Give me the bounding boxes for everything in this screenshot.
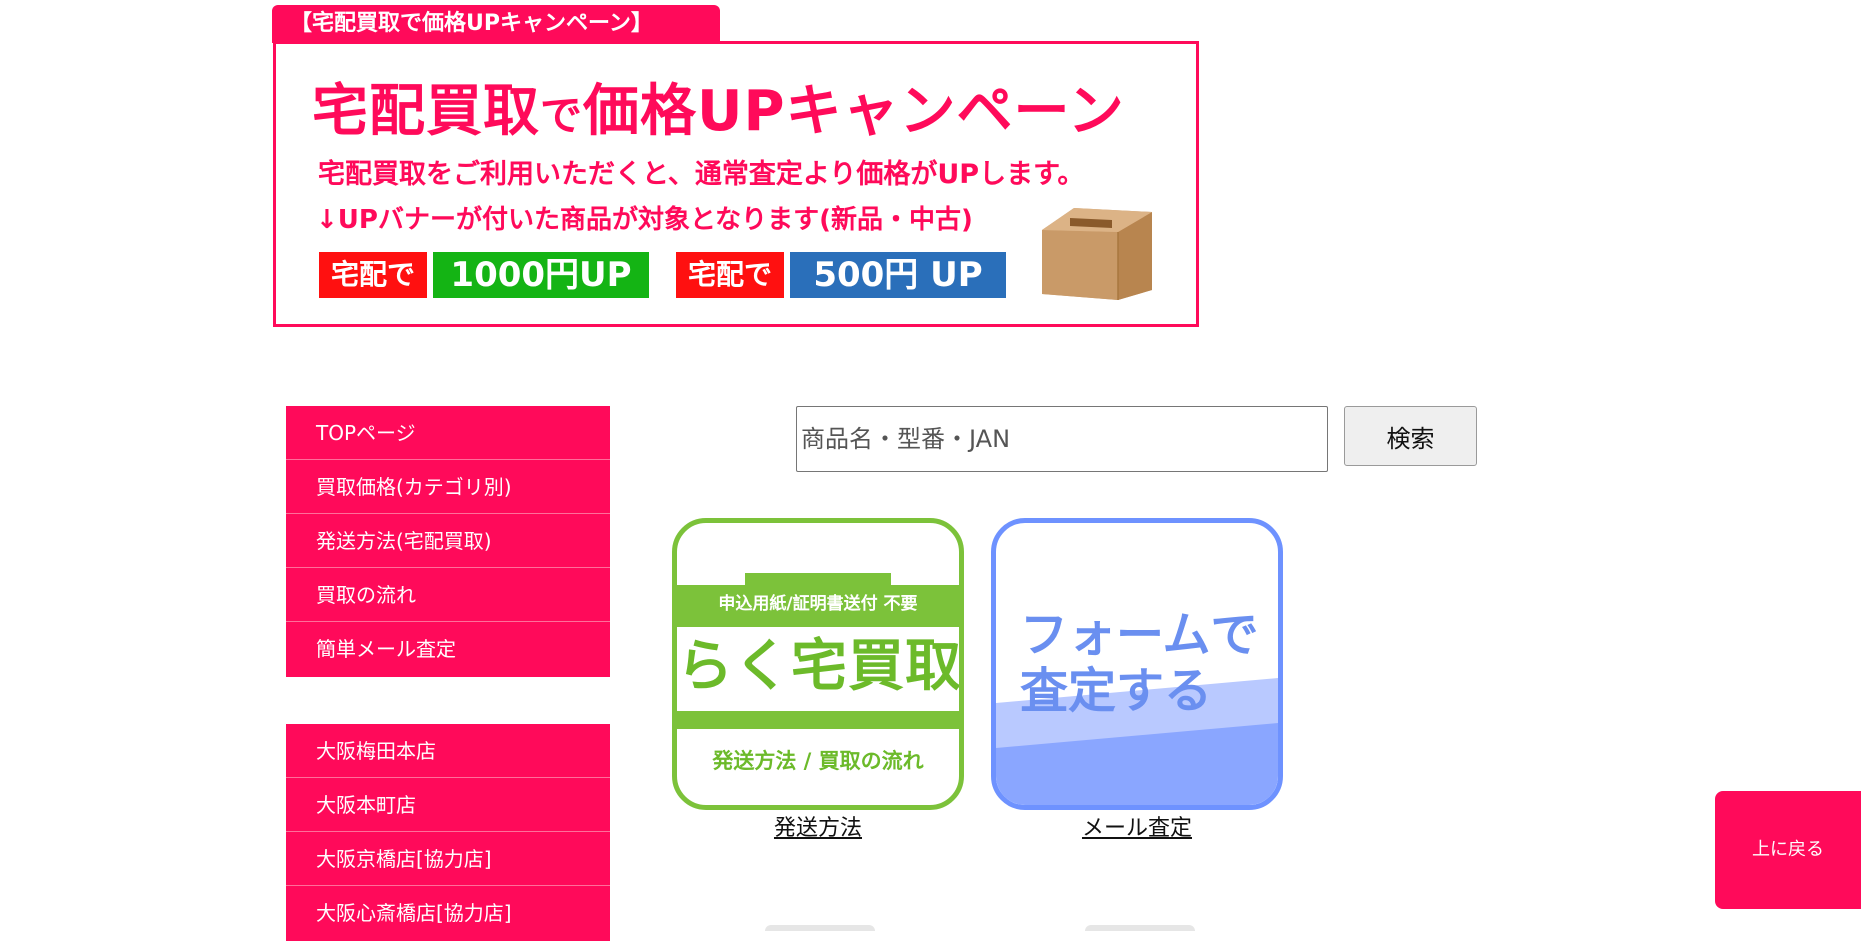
sidebar-item-flow[interactable]: 買取の流れ	[286, 568, 610, 622]
tag-takuhai-2: 宅配で	[676, 252, 784, 298]
sidebar-item-shinsaibashi[interactable]: 大阪心斎橋店[協力店]	[286, 886, 610, 941]
tag-takuhai-1: 宅配で	[319, 252, 427, 298]
tile-divider-band	[677, 711, 959, 729]
campaign-tab-label: 【宅配買取で価格UPキャンペーン】	[272, 5, 720, 43]
sidebar-main-menu: TOPページ 買取価格(カテゴリ別) 発送方法(宅配買取) 買取の流れ 簡単メー…	[286, 406, 610, 677]
partial-content-peek	[1085, 925, 1195, 931]
tile-title: らく宅買取	[677, 634, 962, 699]
campaign-banner[interactable]: 宅配買取で価格UPキャンペーン 宅配買取をご利用いただくと、通常査定より価格がU…	[273, 41, 1199, 327]
shipping-method-link[interactable]: 発送方法	[672, 810, 964, 842]
banner-title: 宅配買取で価格UPキャンペーン	[312, 79, 1125, 144]
sidebar-item-kyobashi[interactable]: 大阪京橋店[協力店]	[286, 832, 610, 886]
shipping-method-tile[interactable]: 申込用紙/証明書送付 不要 らく宅買取 発送方法 / 買取の流れ	[672, 518, 964, 810]
sidebar-item-prices-by-category[interactable]: 買取価格(カテゴリ別)	[286, 460, 610, 514]
sidebar-item-shipping[interactable]: 発送方法(宅配買取)	[286, 514, 610, 568]
search-button[interactable]: 検索	[1344, 406, 1477, 466]
tile-header-text: 申込用紙/証明書送付 不要	[677, 585, 959, 623]
mail-quote-link[interactable]: メール査定	[991, 810, 1283, 842]
mail-quote-tile[interactable]: フォームで 査定する	[991, 518, 1283, 810]
banner-description: 宅配買取をご利用いただくと、通常査定より価格がUPします。	[318, 159, 1085, 190]
tag-1000-up: 1000円UP	[433, 252, 649, 298]
sidebar-item-mail-quote[interactable]: 簡単メール査定	[286, 622, 610, 677]
partial-content-peek	[765, 925, 875, 931]
tag-500-up: 500円 UP	[790, 252, 1006, 298]
sidebar-item-umeda[interactable]: 大阪梅田本店	[286, 724, 610, 778]
sidebar-store-menu: 大阪梅田本店 大阪本町店 大阪京橋店[協力店] 大阪心斎橋店[協力店]	[286, 724, 610, 941]
banner-target-note: ↓UPバナーが付いた商品が対象となります(新品・中古)	[316, 205, 973, 235]
search-input[interactable]	[796, 406, 1328, 472]
tile-footer-text: 発送方法 / 買取の流れ	[712, 749, 924, 773]
back-to-top-button[interactable]: 上に戻る	[1715, 791, 1861, 909]
cardboard-box-icon	[1042, 208, 1152, 300]
sidebar-item-top[interactable]: TOPページ	[286, 406, 610, 460]
sidebar-item-honmachi[interactable]: 大阪本町店	[286, 778, 610, 832]
tile-title: フォームで 査定する	[1020, 607, 1259, 719]
